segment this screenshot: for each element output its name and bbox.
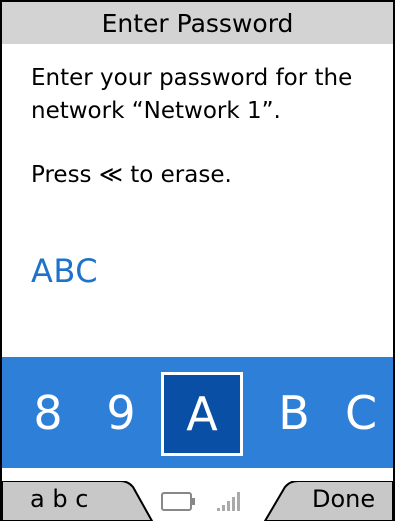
done-softkey-label[interactable]: Done xyxy=(312,485,375,513)
abc-softkey-label[interactable]: a b c xyxy=(30,485,88,513)
picker-char[interactable]: 8 xyxy=(23,357,73,468)
password-input[interactable]: ABC xyxy=(31,252,98,290)
picker-char[interactable]: B xyxy=(269,357,319,468)
message-line-1: Enter your password for the xyxy=(31,65,353,91)
message-line-2: network “Network 1”. xyxy=(31,98,281,124)
signal-icon xyxy=(217,492,240,511)
picker-char[interactable]: 9 xyxy=(96,357,146,468)
battery-icon xyxy=(161,492,195,511)
phone-screen: Enter Password Enter your password for t… xyxy=(0,0,395,521)
character-picker[interactable]: 8 9 A B C xyxy=(2,357,393,468)
title-bar: Enter Password xyxy=(2,2,393,44)
picker-selected-char[interactable]: A xyxy=(161,372,243,456)
picker-char[interactable]: C xyxy=(336,357,386,468)
erase-hint: Press ≪ to erase. xyxy=(31,162,232,188)
page-title: Enter Password xyxy=(101,8,294,38)
instruction-message: Enter your password for the network “Net… xyxy=(31,62,373,128)
softkey-bar: a b c Done xyxy=(2,481,393,521)
